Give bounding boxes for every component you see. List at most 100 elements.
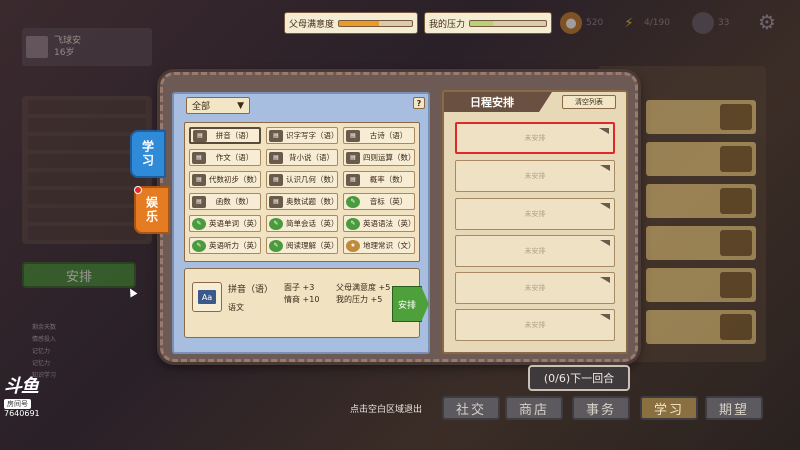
nav-social[interactable]: 社交 <box>442 396 500 420</box>
stress-label: 我的压力 <box>429 19 466 30</box>
player-profile[interactable]: 飞球安 16岁 <box>22 28 152 66</box>
schedule-title-text: 日程安排 <box>470 96 514 109</box>
schedule-slot-3[interactable]: 未安排 <box>455 198 615 230</box>
clear-list-label: 清空列表 <box>575 98 603 106</box>
book-icon: ▤ <box>269 151 283 164</box>
book-icon: ▤ <box>192 151 206 164</box>
course-item-label: 概率（数） <box>369 175 408 184</box>
course-item[interactable]: ★ 地理常识（文） <box>343 237 415 254</box>
schedule-slot-4[interactable]: 未安排 <box>455 235 615 267</box>
course-item[interactable]: ▤ 奥数试题（数） <box>266 193 338 210</box>
notification-dot <box>134 186 142 194</box>
arrange-arrow[interactable] <box>421 286 429 322</box>
gear-icon[interactable]: ⚙ <box>758 10 776 34</box>
help-button[interactable]: ? <box>413 97 425 109</box>
course-item[interactable]: ✎ 音标（英） <box>343 193 415 210</box>
stress-bar <box>469 19 547 27</box>
course-item-label: 地理常识（文） <box>363 241 414 250</box>
course-item-label: 英语语法（英） <box>363 219 414 228</box>
category-filter-dropdown[interactable]: 全部 ▼ <box>186 97 250 114</box>
book-icon: ▤ <box>269 129 283 142</box>
clear-list-button[interactable]: 清空列表 <box>562 95 616 109</box>
nav-study[interactable]: 学习 <box>640 396 698 420</box>
book-icon: ▤ <box>269 173 283 186</box>
nav-shop[interactable]: 商店 <box>505 396 563 420</box>
course-item[interactable]: ✎ 简单会话（英） <box>266 215 338 232</box>
side-course-card[interactable] <box>646 100 756 134</box>
course-item[interactable]: ✎ 英语语法（英） <box>343 215 415 232</box>
course-item[interactable]: ▤ 作文（语） <box>189 149 261 166</box>
talk-icon: ✎ <box>269 217 283 230</box>
course-item-label: 拼音（语） <box>215 131 254 140</box>
course-item-label: 古诗（语） <box>369 131 408 140</box>
course-grid: ▤ 拼音（语） ▤ 识字写字（语） ▤ 古诗（语） ▤ 作文（语） ▤ 背小说（语） ▤ 四则运算（数… <box>184 122 420 262</box>
book-icon: ▤ <box>346 129 360 142</box>
nav-shop-label: 商店 <box>518 402 549 418</box>
course-detail-icon: Aa <box>192 282 222 312</box>
course-item[interactable]: ▤ 背小说（语） <box>266 149 338 166</box>
schedule-slot-1[interactable]: 未安排 <box>455 122 615 154</box>
course-item[interactable]: ✎ 阅读理解（英） <box>266 237 338 254</box>
course-item-label: 代数初步（数） <box>209 175 260 184</box>
parent-satisfaction-bar <box>338 19 413 27</box>
arrange-button[interactable]: 安排 <box>392 286 422 322</box>
side-course-card[interactable] <box>646 226 756 260</box>
side-course-card[interactable] <box>646 310 756 344</box>
side-course-card[interactable] <box>646 268 756 302</box>
nav-expectation[interactable]: 期望 <box>705 396 763 420</box>
energy-resource: ⚡ 4/190 <box>618 12 688 34</box>
nav-affairs-label: 事务 <box>585 402 616 418</box>
book-icon: ▤ <box>193 129 207 142</box>
schedule-slot-2[interactable]: 未安排 <box>455 160 615 192</box>
detail-effect-1: 面子 +3 <box>284 283 315 292</box>
side-note-1: 剩余天数 <box>32 324 57 331</box>
detail-course-name: 拼音（语） <box>228 285 274 295</box>
watermark-logo: 斗鱼 <box>4 376 39 397</box>
course-item[interactable]: ▤ 拼音（语） <box>189 127 261 144</box>
watermark-room: 7640691 <box>4 409 40 418</box>
player-name: 飞球安 <box>54 36 82 46</box>
energy-value: 4/190 <box>644 18 670 28</box>
detail-course-category: 语文 <box>228 303 244 312</box>
schedule-slot-6[interactable]: 未安排 <box>455 309 615 341</box>
category-filter-value: 全部 <box>192 102 211 112</box>
course-item[interactable]: ▤ 函数（数） <box>189 193 261 210</box>
left-arrange-label: 安排 <box>65 269 92 285</box>
talk-icon: ✎ <box>192 217 206 230</box>
talk-icon: ✎ <box>346 217 360 230</box>
book-icon: ▤ <box>192 195 206 208</box>
gems-resource: 33 <box>692 12 752 34</box>
course-item[interactable]: ▤ 认识几何（数） <box>266 171 338 188</box>
course-item[interactable]: ▤ 识字写字（语） <box>266 127 338 144</box>
side-course-card[interactable] <box>646 184 756 218</box>
side-course-card[interactable] <box>646 142 756 176</box>
star-icon: ★ <box>346 239 360 252</box>
help-label: ? <box>416 98 422 108</box>
nav-social-label: 社交 <box>455 402 486 418</box>
course-item-label: 英语听力（英） <box>209 241 260 250</box>
book-icon: ▤ <box>346 151 360 164</box>
slot-label: 未安排 <box>524 172 546 180</box>
talk-icon: ✎ <box>269 239 283 252</box>
course-item[interactable]: ▤ 四则运算（数） <box>343 149 415 166</box>
coins-value: 520 <box>586 18 604 28</box>
next-round-button[interactable]: (0/6)下一回合 <box>528 365 630 391</box>
course-item[interactable]: ✎ 英语单词（英） <box>189 215 261 232</box>
course-item[interactable]: ▤ 概率（数） <box>343 171 415 188</box>
parent-satisfaction-label: 父母满意度 <box>289 19 335 30</box>
left-arrange-button[interactable]: 安排 <box>22 262 136 288</box>
schedule-slot-5[interactable]: 未安排 <box>455 272 615 304</box>
course-item-label: 作文（语） <box>215 153 254 162</box>
slot-label: 未安排 <box>524 210 546 218</box>
course-item[interactable]: ✎ 英语听力（英） <box>189 237 261 254</box>
side-note-3: 记忆力 <box>32 348 51 355</box>
nav-affairs[interactable]: 事务 <box>572 396 630 420</box>
nav-expectation-label: 期望 <box>718 402 749 418</box>
course-item[interactable]: ▤ 代数初步（数） <box>189 171 261 188</box>
course-item-label: 奥数试题（数） <box>286 197 337 206</box>
schedule-title: 日程安排 <box>444 92 552 112</box>
book-icon: ▤ <box>269 195 283 208</box>
course-item[interactable]: ▤ 古诗（语） <box>343 127 415 144</box>
detail-effect-4: 我的压力 +5 <box>336 295 383 304</box>
tab-study[interactable]: 学习 <box>130 130 166 178</box>
